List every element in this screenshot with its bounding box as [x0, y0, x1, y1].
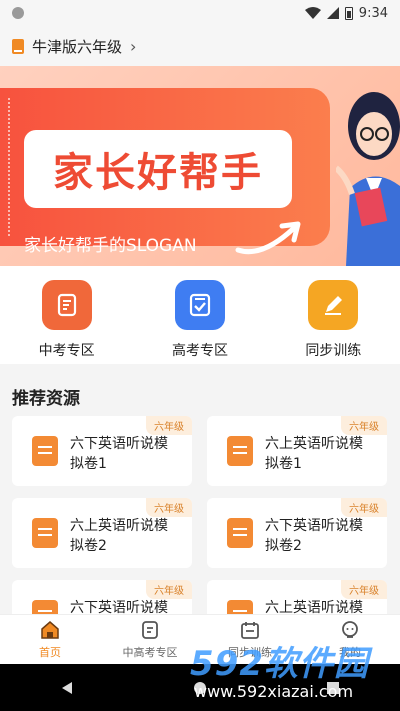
resource-card[interactable]: 六年级 六上英语听说模拟卷2 [12, 498, 192, 568]
grade-badge: 六年级 [341, 498, 387, 517]
recommended-resources: 推荐资源 六年级 六下英语听说模拟卷1 六年级 六上英语听说模拟卷1 六年级 六… [0, 372, 400, 650]
resource-name: 六上英语听说模拟卷1 [265, 436, 363, 472]
resource-card[interactable]: 六年级 六上英语听说模拟卷1 [207, 416, 387, 486]
chevron-right-icon: › [130, 36, 137, 56]
promo-banner[interactable]: 家长好帮手 家长好帮手的SLOGAN [0, 66, 400, 266]
system-nav-bar [0, 664, 400, 711]
status-bar: 9:34 [0, 0, 400, 26]
grade-badge: 六年级 [146, 416, 192, 435]
signal-icon [326, 7, 339, 19]
curved-arrow-icon [235, 221, 301, 255]
scroll-icon [41, 280, 92, 330]
document-icon [227, 436, 253, 466]
banner-title: 家长好帮手 [53, 150, 263, 196]
status-icons: 9:34 [304, 5, 388, 21]
document-icon [32, 518, 58, 548]
resource-name: 六上英语听说模拟卷2 [70, 518, 168, 554]
resource-name: 六下英语听说模拟卷1 [70, 436, 168, 472]
document-icon [32, 436, 58, 466]
profile-icon [342, 621, 358, 638]
checklist-icon [174, 280, 225, 330]
banner-card: 家长好帮手 家长好帮手的SLOGAN [0, 88, 330, 256]
resource-name: 六下英语听说模拟卷2 [265, 518, 363, 554]
tile-label: 高考专区 [171, 343, 228, 359]
bottom-nav: 首页 中高考专区 同步训练 我的 [0, 614, 400, 664]
tile-label: 中考专区 [38, 343, 95, 359]
teacher-illustration [336, 92, 400, 266]
pencil-icon [308, 280, 359, 330]
home-button-icon[interactable] [193, 681, 207, 695]
nav-label: 我的 [339, 646, 361, 659]
nav-label: 中高考专区 [122, 646, 178, 659]
quick-entry-tiles: 中考专区 高考专区 同步训练 [0, 266, 400, 364]
book-icon [12, 38, 24, 54]
exam-icon [142, 621, 158, 639]
home-icon [41, 621, 59, 639]
grade-badge: 六年级 [146, 498, 192, 517]
tile-gaokao[interactable]: 高考专区 [133, 266, 266, 364]
calendar-icon [241, 622, 259, 639]
battery-icon [344, 6, 353, 20]
grade-badge: 六年级 [341, 580, 387, 599]
document-icon [227, 518, 253, 548]
notification-dot-icon [12, 7, 24, 19]
section-title: 推荐资源 [12, 389, 80, 409]
resource-card[interactable]: 六年级 六下英语听说模拟卷1 [12, 416, 192, 486]
status-time: 9:34 [358, 5, 388, 21]
nav-label: 首页 [39, 646, 61, 659]
grade-badge: 六年级 [146, 580, 192, 599]
tile-label: 同步训练 [305, 343, 362, 359]
banner-slogan: 家长好帮手的SLOGAN [24, 236, 197, 256]
banner-title-box: 家长好帮手 [24, 130, 292, 208]
nav-sync-training[interactable]: 同步训练 [200, 615, 300, 664]
tile-sync-training[interactable]: 同步训练 [267, 266, 400, 364]
grade-selector[interactable]: 牛津版六年级 › [0, 26, 400, 66]
wifi-icon [304, 7, 321, 19]
nav-label: 同步训练 [228, 646, 272, 659]
nav-exam-zone[interactable]: 中高考专区 [100, 615, 200, 664]
nav-home[interactable]: 首页 [0, 615, 100, 664]
grade-title: 牛津版六年级 [32, 37, 123, 56]
grade-badge: 六年级 [341, 416, 387, 435]
nav-profile[interactable]: 我的 [300, 615, 400, 664]
recents-icon[interactable] [326, 681, 340, 695]
tile-zhongkao[interactable]: 中考专区 [0, 266, 133, 364]
back-icon[interactable] [60, 681, 74, 695]
resource-card[interactable]: 六年级 六下英语听说模拟卷2 [207, 498, 387, 568]
